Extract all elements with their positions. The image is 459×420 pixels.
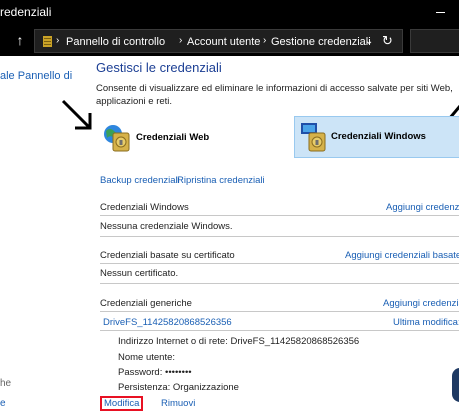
main-content: Gestisci le credenziali Consente di visu… — [61, 56, 459, 420]
generic-credentials-section-title: Credenziali generiche — [100, 298, 192, 309]
divider — [100, 215, 459, 216]
detail-value: DriveFS_11425820868526356 — [230, 336, 360, 347]
chevron-right-icon[interactable]: › — [179, 34, 182, 48]
detail-value: Organizzazione — [172, 382, 239, 393]
web-credentials-label: Credenziali Web — [136, 132, 210, 143]
divider — [100, 236, 459, 237]
page-title: Gestisci le credenziali — [96, 60, 222, 75]
credential-detail-row: Nome utente: — [118, 352, 175, 363]
remove-credential-link[interactable]: Rimuovi — [161, 398, 195, 409]
web-credentials-icon — [104, 125, 130, 152]
chevron-right-icon: › — [56, 35, 60, 46]
breadcrumb-control-panel[interactable]: Pannello di controllo — [66, 35, 165, 49]
windows-credentials-section-title: Credenziali Windows — [100, 202, 189, 213]
windows-credentials-label: Credenziali Windows — [331, 131, 426, 142]
chevron-down-icon[interactable]: ⌄ — [365, 35, 373, 49]
detail-label: Persistenza: — [118, 382, 171, 393]
detail-label: Password: — [118, 367, 163, 378]
folder-icon — [43, 36, 52, 47]
navigation-bar: ↑ › Pannello di controllo › Account uten… — [0, 26, 459, 56]
annotation-arrow-icon — [61, 99, 92, 130]
credential-detail-row: Password: •••••••• — [118, 367, 192, 378]
credential-entry-name[interactable]: DriveFS_11425820868526356 — [103, 317, 232, 328]
divider — [100, 330, 459, 331]
sidebar-link[interactable]: e — [0, 398, 6, 409]
detail-label: Indirizzo Internet o di rete: — [118, 336, 228, 347]
title-bar: redenziali — [0, 0, 459, 26]
up-arrow-icon[interactable]: ↑ — [12, 31, 28, 49]
sidebar-see-also-label: he — [0, 378, 12, 389]
breadcrumb-credential-manager[interactable]: Gestione credenziali — [271, 35, 371, 49]
address-bar[interactable]: › Pannello di controllo › Account utente… — [34, 29, 403, 53]
search-input[interactable] — [410, 29, 459, 53]
avatar[interactable] — [452, 368, 459, 402]
add-windows-credential-link[interactable]: Aggiungi credenzia — [386, 202, 459, 213]
windows-credentials-icon — [301, 123, 326, 152]
web-credentials-tile[interactable]: Credenziali Web — [102, 121, 252, 157]
window-title: redenziali — [0, 5, 52, 19]
edit-credential-link[interactable]: Modifica — [100, 396, 144, 411]
windows-credentials-tile[interactable]: Credenziali Windows — [294, 116, 459, 158]
divider — [100, 311, 459, 312]
credential-last-modified[interactable]: Ultima modifica: — [393, 317, 459, 328]
add-generic-credential-link[interactable]: Aggiungi credenzia — [383, 298, 459, 309]
detail-value: •••••••• — [165, 367, 192, 378]
chevron-right-icon[interactable]: › — [263, 34, 266, 48]
page-description: Consente di visualizzare ed eliminare le… — [96, 83, 453, 107]
credential-detail-row: Indirizzo Internet o di rete: DriveFS_11… — [118, 336, 359, 347]
backup-credentials-link[interactable]: Backup credenziali — [100, 175, 180, 186]
credential-manager-window: redenziali ↑ › Pannello di controllo › A… — [0, 0, 459, 420]
minimize-icon[interactable] — [436, 12, 445, 13]
credential-detail-row: Persistenza: Organizzazione — [118, 382, 239, 393]
divider — [100, 263, 459, 264]
add-certificate-credential-link[interactable]: Aggiungi credenziali basate s — [345, 250, 459, 261]
certificate-credentials-section-title: Credenziali basate su certificato — [100, 250, 235, 261]
detail-label: Nome utente: — [118, 352, 176, 363]
divider — [100, 283, 459, 284]
windows-credentials-empty-text: Nessuna credenziale Windows. — [100, 221, 233, 232]
breadcrumb-user-accounts[interactable]: Account utente — [187, 35, 260, 49]
restore-credentials-link[interactable]: Ripristina credenziali — [177, 175, 265, 186]
sidebar-home-link[interactable]: ale Pannello di — [0, 70, 72, 82]
certificate-credentials-empty-text: Nessun certificato. — [100, 268, 179, 279]
refresh-icon[interactable]: ↻ — [382, 33, 393, 49]
